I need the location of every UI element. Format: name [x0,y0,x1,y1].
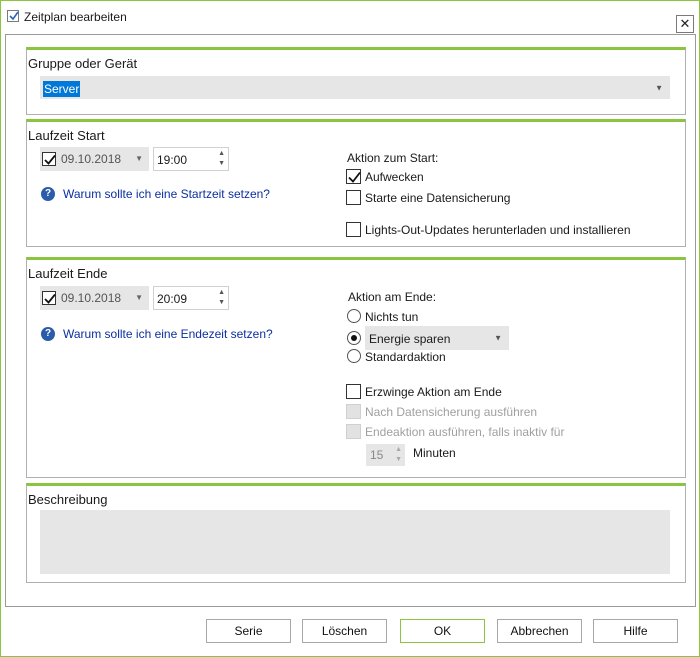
if-inactive-label: Endeaktion ausführen, falls inaktiv für [365,425,565,439]
start-backup-label: Starte eine Datensicherung [365,191,511,205]
end-action-select[interactable]: Energie sparen ▼ [365,326,509,350]
force-action-checkbox[interactable] [346,384,361,399]
end-date-value: 09.10.2018 [61,291,122,305]
lights-out-updates-label: Lights-Out-Updates herunterladen und ins… [365,223,631,237]
group-device-title: Gruppe oder Gerät [28,56,138,71]
start-date-checkbox[interactable] [42,152,56,166]
spin-up-icon[interactable]: ▲ [218,150,225,158]
main-panel: Gruppe oder Gerät Server ▼ Laufzeit Star… [5,34,696,607]
start-time-input[interactable]: 19:00 ▲ ▼ [153,147,229,171]
ok-button[interactable]: OK [400,619,485,643]
end-date-checkbox[interactable] [42,291,56,305]
after-backup-label: Nach Datensicherung ausführen [365,405,538,419]
spin-down-icon[interactable]: ▼ [218,299,225,307]
minutes-value: 15 [370,448,384,462]
start-help-link[interactable]: Warum sollte ich eine Startzeit setzen? [63,187,270,201]
radio-nothing-label: Nichts tun [365,310,419,324]
question-circle-icon: ? [41,187,55,201]
dialog-window: Zeitplan bearbeiten ✕ Gruppe oder Gerät … [0,0,700,657]
title-bar: Zeitplan bearbeiten ✕ [1,1,699,33]
wake-label: Aufwecken [365,170,424,184]
start-time-value: 19:00 [157,153,188,167]
spin-up-icon[interactable]: ▲ [395,446,402,454]
device-select-value: Server [43,81,81,97]
close-button[interactable]: ✕ [676,15,694,33]
description-title: Beschreibung [28,492,108,507]
start-section: Laufzeit Start 09.10.2018 ▼ 19:00 ▲ ▼ ? … [26,119,686,247]
end-time-value: 20:09 [157,292,188,306]
spin-down-icon[interactable]: ▼ [395,456,402,464]
end-section: Laufzeit Ende 09.10.2018 ▼ 20:09 ▲ ▼ ? W… [26,257,686,478]
minutes-stepper[interactable]: 15 ▲ ▼ [366,444,405,466]
end-action-title: Aktion am Ende: [348,290,437,304]
minutes-label: Minuten [413,446,456,460]
wake-checkbox[interactable] [346,169,361,184]
end-time-input[interactable]: 20:09 ▲ ▼ [153,286,229,310]
end-help-link[interactable]: Warum sollte ich eine Endezeit setzen? [63,327,273,341]
radio-selected-dot [351,335,357,341]
radio-standard[interactable] [347,349,361,363]
chevron-down-icon: ▼ [494,333,502,343]
delete-button[interactable]: Löschen [302,619,387,643]
start-action-title: Aktion zum Start: [347,151,439,165]
start-title: Laufzeit Start [28,128,105,143]
end-date-picker[interactable]: 09.10.2018 ▼ [40,286,149,310]
title-checkbox-icon [7,10,19,22]
description-section: Beschreibung [26,483,686,583]
radio-energy[interactable] [347,331,361,345]
close-icon: ✕ [679,16,691,31]
chevron-down-icon: ▼ [655,83,663,92]
help-button[interactable]: Hilfe [593,619,678,643]
device-select[interactable]: Server ▼ [40,76,670,99]
if-inactive-checkbox[interactable] [346,424,361,439]
start-date-picker[interactable]: 09.10.2018 ▼ [40,147,149,171]
window-title: Zeitplan bearbeiten [24,10,127,24]
spin-up-icon[interactable]: ▲ [218,289,225,297]
radio-standard-label: Standardaktion [365,350,446,364]
cancel-button[interactable]: Abbrechen [497,619,582,643]
radio-nothing[interactable] [347,309,361,323]
spin-down-icon[interactable]: ▼ [218,160,225,168]
chevron-down-icon: ▼ [135,154,143,163]
end-title: Laufzeit Ende [28,266,108,281]
start-backup-checkbox[interactable] [346,190,361,205]
group-device-section: Gruppe oder Gerät Server ▼ [26,47,686,115]
end-action-select-value: Energie sparen [369,332,451,346]
description-input[interactable] [40,510,670,574]
force-action-label: Erzwinge Aktion am Ende [365,385,502,399]
chevron-down-icon: ▼ [135,293,143,302]
series-button[interactable]: Serie [206,619,291,643]
lights-out-updates-checkbox[interactable] [346,222,361,237]
after-backup-checkbox[interactable] [346,404,361,419]
start-date-value: 09.10.2018 [61,152,122,166]
question-circle-icon: ? [41,327,55,341]
